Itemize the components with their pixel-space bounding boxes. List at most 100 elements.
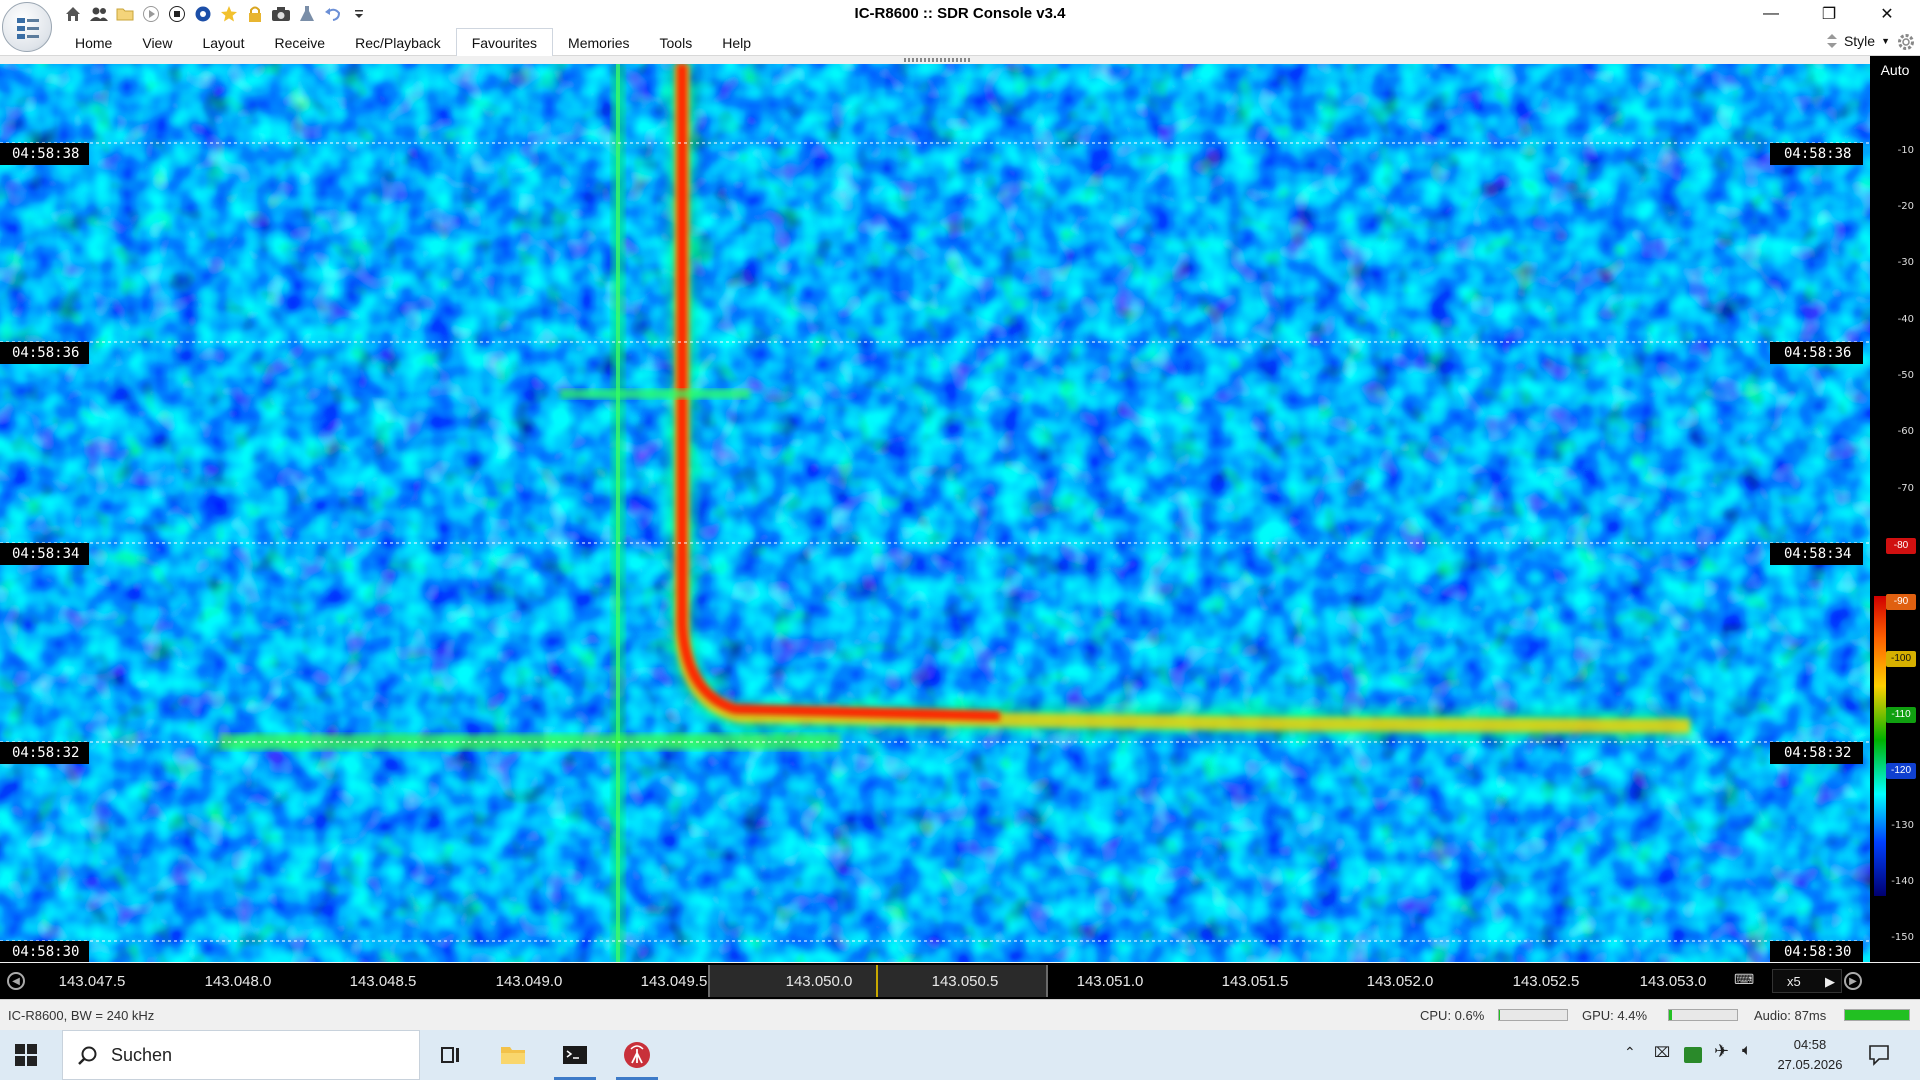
scale-tick: -130 (1891, 820, 1914, 831)
folder-icon (501, 1047, 525, 1064)
task-view-button[interactable] (424, 1030, 478, 1080)
menu-tabs: Home View Layout Receive Rec/Playback Fa… (60, 28, 766, 56)
frequency-label: 143.047.5 (58, 973, 126, 990)
frequency-label: 143.049.5 (640, 973, 708, 990)
time-label-right: 04:58:38 (1770, 143, 1864, 165)
color-scale-bar[interactable] (1874, 596, 1886, 896)
chevron-right-icon: ▶ (1825, 974, 1835, 989)
menu-view[interactable]: View (127, 28, 187, 56)
zoom-value: x5 (1787, 974, 1801, 989)
scroll-left-button[interactable]: ◀ (7, 972, 25, 990)
scale-tick: -150 (1891, 932, 1914, 943)
search-icon (78, 1046, 97, 1065)
time-label-left: 04:58:38 (0, 143, 90, 165)
scroll-right-button[interactable]: ▶ (1844, 972, 1862, 990)
task-view-icon (441, 1047, 459, 1063)
network-icon[interactable]: ⌧ (1654, 1044, 1670, 1061)
menu-layout[interactable]: Layout (187, 28, 259, 56)
db-scale-panel: Auto -10 -20 -30 -40 -50 -60 -70 -80 -90… (1870, 56, 1920, 962)
scale-tick: -70 (1897, 483, 1914, 494)
chevron-down-icon: ▼ (1881, 36, 1890, 46)
time-label-left: 04:58:34 (0, 543, 90, 565)
app-logo-icon (17, 18, 39, 39)
audio-label: Audio: 87ms (1754, 1008, 1827, 1023)
frequency-label: 143.052.0 (1366, 973, 1434, 990)
frequency-axis-bar[interactable]: ◀ 143.047.5 143.048.0 143.048.5 143.049.… (0, 963, 1920, 999)
frequency-label: 143.051.0 (1076, 973, 1144, 990)
waterfall-display[interactable]: 04:58:38 04:58:36 04:58:34 04:58:32 04:5… (0, 64, 1870, 962)
sdr-console-button[interactable] (610, 1030, 664, 1080)
terminal-button[interactable] (548, 1030, 602, 1080)
search-placeholder: Suchen (111, 1045, 173, 1065)
gpu-meter-fill (1669, 1010, 1672, 1020)
taskbar-search-box[interactable]: Suchen (62, 1030, 420, 1080)
terminal-icon (563, 1046, 587, 1064)
frequency-label: 143.050.5 (931, 973, 999, 990)
panel-splitter-grip[interactable] (904, 58, 970, 62)
auto-scale-button[interactable]: Auto (1870, 62, 1920, 78)
frequency-label: 143.048.5 (349, 973, 417, 990)
keyboard-icon[interactable]: ⌨ (1734, 971, 1758, 989)
menu-help[interactable]: Help (707, 28, 766, 56)
time-label-right: 04:58:32 (1770, 742, 1864, 764)
close-button[interactable]: ✕ (1858, 0, 1916, 28)
menu-memories[interactable]: Memories (553, 28, 644, 56)
menu-favourites[interactable]: Favourites (455, 28, 554, 56)
scale-tick: -80 (1886, 538, 1916, 554)
frequency-label: 143.049.0 (495, 973, 563, 990)
windows-start-icon[interactable] (14, 1043, 38, 1067)
speaker-icon[interactable]: 🔈︎ (1742, 1042, 1752, 1060)
time-label-right: 04:58:34 (1770, 543, 1864, 565)
restore-button[interactable]: ❐ (1800, 0, 1858, 28)
time-label-right: 04:58:30 (1770, 941, 1864, 962)
scale-tick: -100 (1886, 651, 1916, 667)
file-explorer-button[interactable] (486, 1030, 540, 1080)
style-icon (1826, 34, 1837, 48)
title-bar: IC-R8600 :: SDR Console v3.4 — ❐ ✕ (0, 0, 1920, 28)
application-menu-button[interactable] (2, 2, 52, 52)
chevron-up-icon[interactable]: ⌃ (1624, 1044, 1636, 1061)
scale-tick: -50 (1897, 370, 1914, 381)
time-label-right: 04:58:36 (1770, 342, 1864, 364)
frequency-label: 143.052.5 (1512, 973, 1580, 990)
style-dropdown[interactable]: Style ▼ (1826, 33, 1890, 49)
status-bar: IC-R8600, BW = 240 kHz CPU: 0.6% GPU: 4.… (0, 999, 1920, 1030)
clock-date: 27.05.2026 (1777, 1057, 1843, 1072)
audio-meter (1844, 1009, 1910, 1021)
scale-tick: -110 (1886, 707, 1916, 723)
waterfall-spectrogram (0, 64, 1870, 962)
scale-tick: -10 (1897, 145, 1914, 156)
frequency-label: 143.051.5 (1221, 973, 1289, 990)
menu-rec-playback[interactable]: Rec/Playback (340, 28, 456, 56)
scale-tick: -140 (1891, 876, 1914, 887)
airplane-icon[interactable]: ✈ (1714, 1041, 1729, 1062)
gpu-meter (1668, 1009, 1738, 1021)
audio-meter-fill (1845, 1010, 1909, 1020)
cpu-meter-fill (1499, 1010, 1501, 1020)
gpu-label: GPU: 4.4% (1582, 1008, 1648, 1023)
menu-tools[interactable]: Tools (645, 28, 708, 56)
notification-icon[interactable] (1868, 1044, 1890, 1066)
gpu-tray-icon[interactable] (1684, 1047, 1702, 1063)
cpu-label: CPU: 0.6% (1420, 1008, 1485, 1023)
time-label-left: 04:58:30 (0, 941, 90, 962)
frequency-label: 143.050.0 (785, 973, 853, 990)
clock-time: 04:58 (1793, 1037, 1827, 1052)
scale-tick: -90 (1886, 594, 1916, 610)
zoom-selector[interactable]: x5 ▶ (1772, 969, 1842, 993)
minimize-button[interactable]: — (1742, 0, 1800, 28)
time-label-left: 04:58:32 (0, 742, 90, 764)
menu-home[interactable]: Home (60, 28, 127, 56)
frequency-label: 143.048.0 (204, 973, 272, 990)
windows-taskbar: Suchen ⌃ ⌧ ✈ 🔈︎ 04:58 27.05.2026 (0, 1030, 1920, 1080)
scale-tick: -120 (1886, 763, 1916, 779)
gear-icon[interactable] (1896, 32, 1916, 52)
radio-status: IC-R8600, BW = 240 kHz (8, 1008, 155, 1023)
cpu-meter (1498, 1009, 1568, 1021)
menu-receive[interactable]: Receive (260, 28, 341, 56)
style-label: Style (1843, 33, 1876, 49)
sdr-console-icon (624, 1042, 650, 1068)
taskbar-clock[interactable]: 04:58 27.05.2026 (1770, 1035, 1850, 1075)
scale-tick: -40 (1897, 314, 1914, 325)
scale-tick: -30 (1897, 257, 1914, 268)
